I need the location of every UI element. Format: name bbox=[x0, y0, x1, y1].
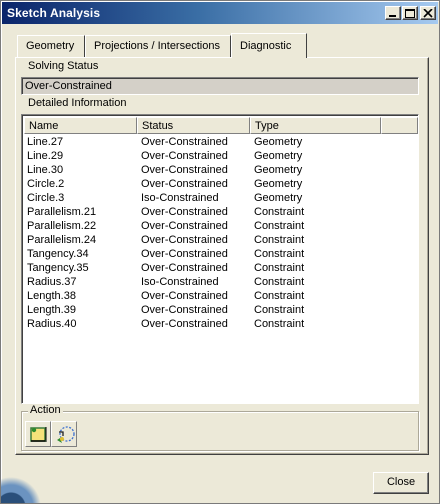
row-status-cell: Over-Constrained bbox=[141, 262, 228, 274]
show-constraint-button[interactable] bbox=[51, 421, 77, 447]
row-name-cell: Parallelism.21 bbox=[27, 206, 97, 218]
tab-diagnostic-label: Diagnostic bbox=[240, 40, 292, 52]
row-status-cell: Over-Constrained bbox=[141, 150, 228, 162]
row-status-cell: Over-Constrained bbox=[141, 164, 228, 176]
row-name-cell: Line.30 bbox=[27, 164, 64, 176]
action-group: Action bbox=[21, 404, 419, 451]
tab-projections-label: Projections / Intersections bbox=[94, 40, 220, 52]
row-name-cell: Line.27 bbox=[27, 136, 64, 148]
row-status-cell: Iso-Constrained bbox=[141, 276, 219, 288]
row-name-cell: Parallelism.24 bbox=[27, 234, 97, 246]
row-type-cell: Constraint bbox=[254, 248, 305, 260]
solving-status-label: Solving Status bbox=[26, 60, 101, 72]
row-name-cell: Length.39 bbox=[27, 304, 76, 316]
tab-diagnostic[interactable]: Diagnostic bbox=[231, 33, 307, 58]
row-type-cell: Geometry bbox=[254, 164, 303, 176]
table-row[interactable]: Length.39 Over-Constrained Constraint bbox=[24, 303, 418, 317]
title-bar[interactable]: Sketch Analysis bbox=[2, 2, 438, 24]
detailed-information-label: Detailed Information bbox=[26, 97, 129, 109]
table-row[interactable]: Line.29 Over-Constrained Geometry bbox=[24, 149, 418, 163]
maximize-icon bbox=[405, 9, 415, 18]
row-type-cell: Geometry bbox=[254, 150, 303, 162]
column-type-label: Type bbox=[255, 120, 279, 132]
row-status-cell: Over-Constrained bbox=[141, 318, 228, 330]
row-status-cell: Over-Constrained bbox=[141, 248, 228, 260]
row-type-cell: Geometry bbox=[254, 136, 303, 148]
row-status-cell: Over-Constrained bbox=[141, 178, 228, 190]
row-type-cell: Constraint bbox=[254, 206, 305, 218]
show-constraint-icon bbox=[57, 426, 75, 443]
table-row[interactable]: Radius.40 Over-Constrained Constraint bbox=[24, 317, 418, 331]
close-icon bbox=[423, 9, 433, 18]
row-name-cell: Parallelism.22 bbox=[27, 220, 97, 232]
detailed-information-list[interactable]: Name Status Type Line.27 Over-Constrained… bbox=[21, 114, 419, 404]
table-row[interactable]: Parallelism.24 Over-Constrained Constraint bbox=[24, 233, 418, 247]
table-row[interactable]: Parallelism.21 Over-Constrained Constraint bbox=[24, 205, 418, 219]
row-status-cell: Over-Constrained bbox=[141, 206, 228, 218]
table-row[interactable]: Line.27 Over-Constrained Geometry bbox=[24, 135, 418, 149]
list-header: Name Status Type bbox=[24, 117, 418, 134]
row-type-cell: Constraint bbox=[254, 234, 305, 246]
row-type-cell: Constraint bbox=[254, 290, 305, 302]
table-row[interactable]: Line.30 Over-Constrained Geometry bbox=[24, 163, 418, 177]
solving-status-field: Over-Constrained bbox=[21, 77, 419, 95]
column-header-type[interactable]: Type bbox=[250, 117, 381, 134]
row-type-cell: Geometry bbox=[254, 192, 303, 204]
row-type-cell: Constraint bbox=[254, 220, 305, 232]
tab-geometry-label: Geometry bbox=[26, 40, 75, 52]
hide-geometry-icon bbox=[30, 427, 47, 442]
row-type-cell: Geometry bbox=[254, 178, 303, 190]
minimize-icon bbox=[389, 15, 396, 17]
sketch-analysis-dialog: Sketch Analysis Geometry Projections / I… bbox=[0, 0, 440, 504]
row-status-cell: Over-Constrained bbox=[141, 290, 228, 302]
column-header-filler bbox=[381, 117, 418, 134]
decorative-corner-graphic bbox=[1, 463, 61, 503]
table-row[interactable]: Circle.2 Over-Constrained Geometry bbox=[24, 177, 418, 191]
hide-geometry-button[interactable] bbox=[25, 421, 51, 447]
row-name-cell: Length.38 bbox=[27, 290, 76, 302]
row-type-cell: Constraint bbox=[254, 262, 305, 274]
minimize-button[interactable] bbox=[385, 6, 401, 20]
solving-status-value: Over-Constrained bbox=[25, 80, 112, 92]
row-name-cell: Circle.3 bbox=[27, 192, 65, 204]
list-rows: Line.27 Over-Constrained Geometry Line.29 Ov… bbox=[24, 135, 418, 331]
column-header-name[interactable]: Name bbox=[24, 117, 137, 134]
row-status-cell: Over-Constrained bbox=[141, 234, 228, 246]
column-name-label: Name bbox=[29, 120, 59, 132]
row-name-cell: Tangency.35 bbox=[27, 262, 89, 274]
window-title: Sketch Analysis bbox=[7, 6, 101, 20]
row-type-cell: Constraint bbox=[254, 318, 305, 330]
action-label: Action bbox=[28, 404, 63, 416]
row-status-cell: Over-Constrained bbox=[141, 220, 228, 232]
table-row[interactable]: Radius.37 Iso-Constrained Constraint bbox=[24, 275, 418, 289]
close-button-label: Close bbox=[386, 476, 416, 488]
row-name-cell: Radius.40 bbox=[27, 318, 77, 330]
column-header-status[interactable]: Status bbox=[137, 117, 250, 134]
row-name-cell: Line.29 bbox=[27, 150, 64, 162]
table-row[interactable]: Circle.3 Iso-Constrained Geometry bbox=[24, 191, 418, 205]
close-window-button[interactable] bbox=[420, 6, 436, 20]
row-name-cell: Circle.2 bbox=[27, 178, 65, 190]
table-row[interactable]: Tangency.34 Over-Constrained Constraint bbox=[24, 247, 418, 261]
column-status-label: Status bbox=[142, 120, 174, 132]
row-name-cell: Tangency.34 bbox=[27, 248, 89, 260]
row-status-cell: Over-Constrained bbox=[141, 136, 228, 148]
table-row[interactable]: Length.38 Over-Constrained Constraint bbox=[24, 289, 418, 303]
row-status-cell: Over-Constrained bbox=[141, 304, 228, 316]
row-type-cell: Constraint bbox=[254, 304, 305, 316]
maximize-button[interactable] bbox=[402, 6, 418, 20]
tab-geometry[interactable]: Geometry bbox=[17, 35, 85, 57]
row-name-cell: Radius.37 bbox=[27, 276, 77, 288]
table-row[interactable]: Parallelism.22 Over-Constrained Constraint bbox=[24, 219, 418, 233]
close-button[interactable]: Close bbox=[373, 472, 429, 494]
tab-projections-intersections[interactable]: Projections / Intersections bbox=[85, 35, 231, 57]
table-row[interactable]: Tangency.35 Over-Constrained Constraint bbox=[24, 261, 418, 275]
row-status-cell: Iso-Constrained bbox=[141, 192, 219, 204]
row-type-cell: Constraint bbox=[254, 276, 305, 288]
